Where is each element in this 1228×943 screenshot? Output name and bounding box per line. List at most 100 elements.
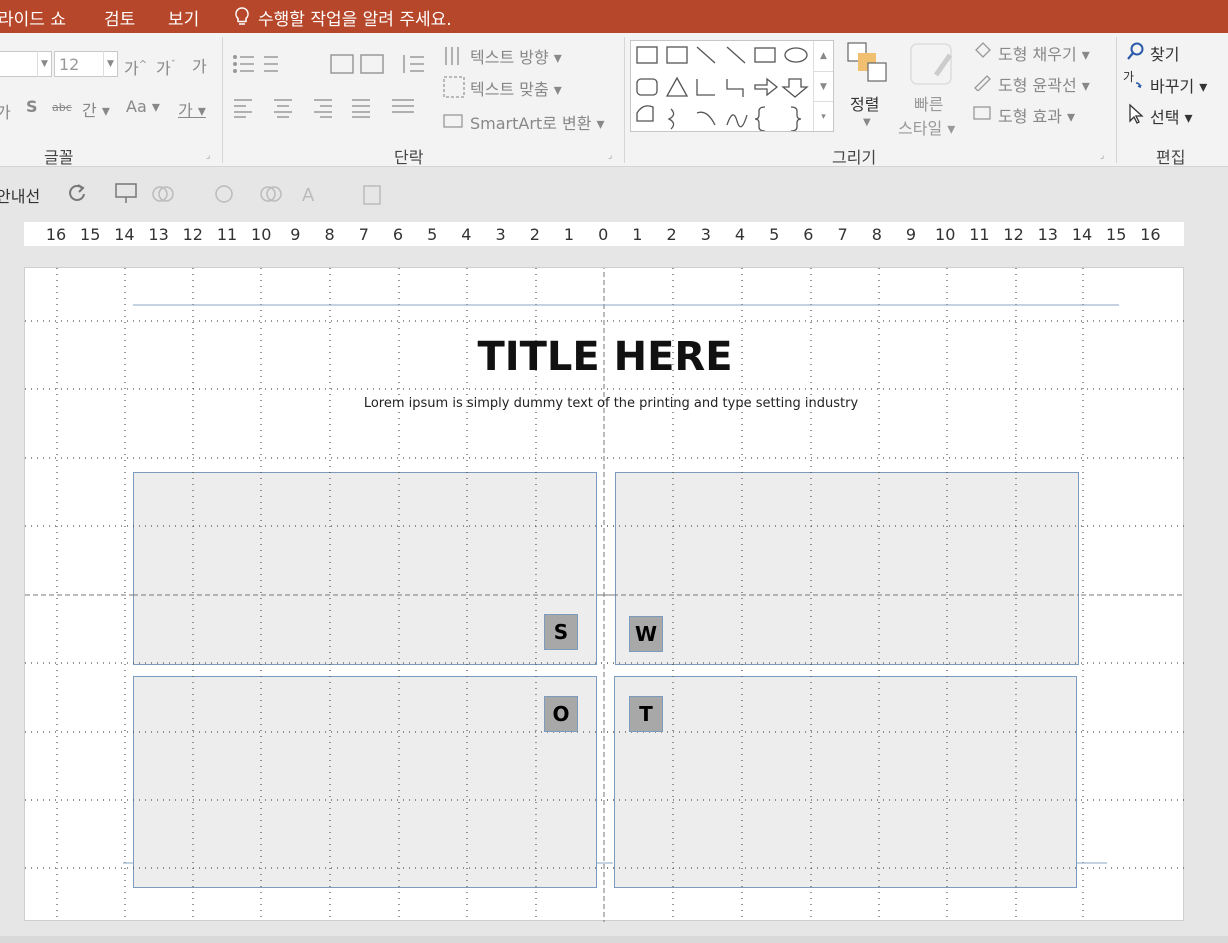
line-spacing-icon[interactable] xyxy=(398,53,432,75)
drawing-group-label: 그리기 xyxy=(832,148,877,167)
shape-outline-button[interactable]: 도형 윤곽선 ▾ xyxy=(998,72,1090,96)
svg-text:A: A xyxy=(302,185,315,206)
swot-box-threats[interactable] xyxy=(614,676,1077,888)
replace-icon: 가 xyxy=(1123,70,1142,89)
font-group-label: 글꼴 xyxy=(44,148,74,167)
ruler-tick-label: 9 xyxy=(905,225,917,244)
alignment-icons[interactable] xyxy=(232,97,432,119)
swot-tile-t[interactable]: T xyxy=(629,696,663,732)
ruler-tick-label: 11 xyxy=(969,225,990,244)
font-size-input[interactable]: 12 ▼ xyxy=(54,51,118,77)
ruler-tick-label: 4 xyxy=(461,225,472,244)
swot-tile-s[interactable]: S xyxy=(544,614,578,650)
text-direction-button[interactable]: 텍스트 방향 ▾ xyxy=(470,44,562,68)
text-direction-icon xyxy=(445,47,459,65)
search-icon xyxy=(1127,42,1144,60)
font-name-input[interactable]: ▼ xyxy=(0,51,52,77)
ruler-tick-label: 1 xyxy=(563,225,575,244)
char-spacing-button[interactable]: 간 ▾ xyxy=(82,97,110,121)
chevron-down-icon[interactable]: ▼ xyxy=(814,71,833,101)
tab-slideshow[interactable]: 라이드 쇼 xyxy=(0,5,66,30)
clear-format-button[interactable]: 가 xyxy=(192,53,207,77)
replace-button[interactable]: 바꾸기 ▾ xyxy=(1150,73,1207,97)
font-color-button[interactable]: 가 ▾ xyxy=(178,97,206,121)
group-divider xyxy=(624,37,625,163)
swot-tile-w[interactable]: W xyxy=(629,616,663,652)
paint-bucket-icon xyxy=(975,42,991,58)
shape-fill-button[interactable]: 도형 채우기 ▾ xyxy=(998,41,1090,65)
drawing-dialog-launcher-icon[interactable]: ⌟ xyxy=(1100,151,1104,161)
ruler-tick-label: 12 xyxy=(1003,225,1024,244)
svg-text:가: 가 xyxy=(1123,70,1134,84)
slide-canvas[interactable]: TITLE HERE Lorem ipsum is simply dummy t… xyxy=(24,267,1185,922)
bullets-icon[interactable] xyxy=(232,53,282,75)
ruler-tick-label: 8 xyxy=(324,225,335,244)
guides-button[interactable]: 안내선 xyxy=(0,183,40,207)
slide-subtitle[interactable]: Lorem ipsum is simply dummy text of the … xyxy=(25,396,1197,411)
font-dialog-launcher-icon[interactable]: ⌟ xyxy=(206,151,210,161)
quick-styles-button[interactable]: 스타일 ▾ xyxy=(898,115,955,139)
ruler-tick-label: 8 xyxy=(871,225,882,244)
strikethrough-button[interactable]: abc xyxy=(52,101,72,114)
lightbulb-icon xyxy=(235,7,249,25)
ruler-tick-label: 16 xyxy=(45,225,67,244)
chevron-up-icon[interactable]: ▲ xyxy=(814,41,833,71)
select-button[interactable]: 선택 ▾ xyxy=(1150,104,1193,128)
swot-tile-o[interactable]: O xyxy=(544,696,578,732)
swot-box-weaknesses[interactable] xyxy=(615,472,1079,665)
cursor-icon xyxy=(1129,103,1144,124)
swot-box-strengths[interactable] xyxy=(133,472,597,665)
ruler-tick-label: 2 xyxy=(666,225,677,244)
ruler-tick-label: 4 xyxy=(734,225,746,244)
convert-smartart-button[interactable]: SmartArt로 변환 ▾ xyxy=(470,110,605,134)
ruler-tick-label: 7 xyxy=(358,225,369,244)
editing-group-label: 편집 xyxy=(1156,148,1186,167)
shapes-gallery[interactable]: ▲ ▼ ▾ xyxy=(630,40,834,132)
chevron-down-icon[interactable]: ▼ xyxy=(103,51,117,77)
ribbon: ▼ 12 ▼ 가^ 가ˇ 가 가 S abc 간 ▾ Aa ▾ 가 ▾ 글꼴 ⌟… xyxy=(0,33,1228,167)
ruler-tick-label: 15 xyxy=(80,225,101,244)
chevron-down-icon: ▼ xyxy=(863,117,871,128)
arrange-icon xyxy=(847,42,887,82)
disabled-toolbar-icons: A xyxy=(152,185,381,206)
shape-effects-icon xyxy=(973,106,991,120)
group-divider xyxy=(222,37,223,163)
status-strip xyxy=(0,936,1228,943)
ruler-tick-label: 6 xyxy=(392,225,404,244)
shrink-font-button[interactable]: 가ˇ xyxy=(156,55,176,79)
group-divider xyxy=(1116,37,1117,163)
align-text-button[interactable]: 텍스트 맞춤 ▾ xyxy=(470,76,562,100)
ruler-tick-label: 13 xyxy=(1037,225,1058,244)
tab-review[interactable]: 검토 xyxy=(104,5,135,30)
shadow-button[interactable]: S xyxy=(26,97,38,116)
more-icon[interactable]: ▾ xyxy=(814,101,833,131)
ruler-tick-label: 7 xyxy=(837,225,848,244)
arrange-button[interactable]: 정렬 xyxy=(850,91,879,115)
paragraph-group-label: 단락 xyxy=(394,148,424,167)
slide-title[interactable]: TITLE HERE xyxy=(25,334,1185,380)
ruler-tick-label: 15 xyxy=(1106,225,1127,244)
shape-effects-button[interactable]: 도형 효과 ▾ xyxy=(998,103,1075,127)
grow-font-button[interactable]: 가^ xyxy=(124,55,147,79)
paragraph-dialog-launcher-icon[interactable]: ⌟ xyxy=(608,151,612,161)
tell-me-input[interactable]: 수행할 작업을 알려 주세요. xyxy=(258,5,452,30)
indent-icon[interactable] xyxy=(330,53,386,75)
slideshow-from-start-icon[interactable] xyxy=(114,181,140,205)
gallery-scroll[interactable]: ▲ ▼ ▾ xyxy=(813,41,833,131)
find-button[interactable]: 찾기 xyxy=(1150,41,1179,65)
ruler-tick-label: 12 xyxy=(182,225,203,244)
chevron-down-icon[interactable]: ▼ xyxy=(37,51,51,77)
change-case-button[interactable]: Aa ▾ xyxy=(126,97,160,116)
bold-button[interactable]: 가 xyxy=(0,99,11,123)
ruler-tick-label: 13 xyxy=(148,225,169,244)
tab-view[interactable]: 보기 xyxy=(168,5,199,30)
ruler-tick-label: 9 xyxy=(290,225,301,244)
ruler-tick-label: 6 xyxy=(803,225,814,244)
ruler-tick-label: 2 xyxy=(529,225,540,244)
swot-box-opportunities[interactable] xyxy=(133,676,597,888)
ruler-tick-label: 10 xyxy=(251,225,272,244)
redo-icon[interactable] xyxy=(66,182,88,204)
pencil-icon xyxy=(974,75,991,91)
ruler-tick-label: 14 xyxy=(114,225,135,244)
horizontal-ruler[interactable]: 16 15 14 13 12 11 10 9 8 7 6 5 4 3 2 1 0 1 2 3 4 5 6 7 8 9 10 11 12 1… xyxy=(24,222,1184,246)
